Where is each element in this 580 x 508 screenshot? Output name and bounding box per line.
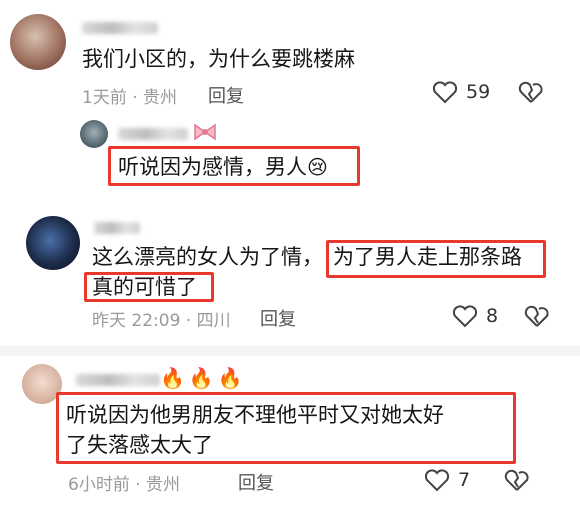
like-button[interactable]: 7 (424, 468, 470, 492)
heart-icon (432, 81, 458, 104)
like-button[interactable]: 59 (432, 80, 490, 104)
highlight-box (84, 272, 214, 302)
username-blurred[interactable] (94, 222, 140, 234)
reply-button[interactable]: 回复 (208, 82, 244, 108)
reply-button[interactable]: 回复 (238, 469, 274, 495)
dislike-icon[interactable] (504, 468, 530, 492)
dislike-icon[interactable] (518, 80, 544, 104)
highlight-box (326, 240, 546, 278)
like-count: 59 (466, 81, 491, 103)
dislike-icon[interactable] (524, 304, 550, 328)
highlight-box (56, 392, 516, 464)
comment-meta: 1天前 · 贵州 (82, 88, 178, 108)
like-count: 8 (486, 305, 499, 327)
heart-icon (452, 305, 478, 328)
avatar[interactable] (80, 120, 108, 148)
comment-text-part1: 这么漂亮的女人为了情， (92, 245, 323, 269)
heart-icon (424, 469, 450, 492)
comment-text: 我们小区的，为什么要跳楼麻 (82, 47, 355, 71)
section-divider (0, 346, 580, 356)
avatar[interactable] (10, 14, 66, 70)
like-button[interactable]: 8 (452, 304, 498, 328)
comment-meta: 6小时前 · 贵州 (68, 475, 181, 495)
like-count: 7 (458, 469, 471, 491)
comment-meta: 昨天 22:09 · 四川 (92, 311, 231, 331)
avatar[interactable] (26, 216, 80, 270)
reply-button[interactable]: 回复 (260, 305, 296, 331)
username-blurred[interactable] (76, 374, 160, 386)
flame-emojis: 🔥🔥🔥 (160, 366, 247, 390)
username-blurred[interactable] (82, 22, 158, 34)
username-blurred[interactable] (118, 128, 188, 140)
highlight-box (108, 146, 360, 186)
bow-icon (194, 123, 216, 141)
